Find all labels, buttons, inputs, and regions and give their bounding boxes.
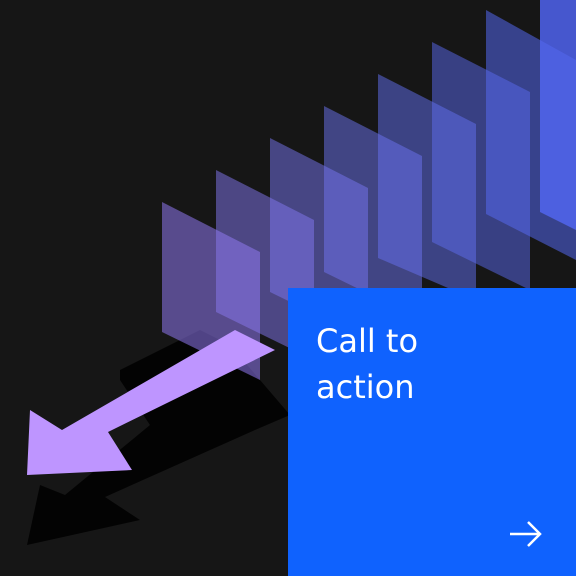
cta-card: Call to action [0, 0, 576, 576]
arrow-right-icon[interactable] [506, 514, 546, 554]
cta-title: Call to action [316, 322, 419, 406]
cta-tile[interactable]: Call to action [288, 288, 576, 576]
